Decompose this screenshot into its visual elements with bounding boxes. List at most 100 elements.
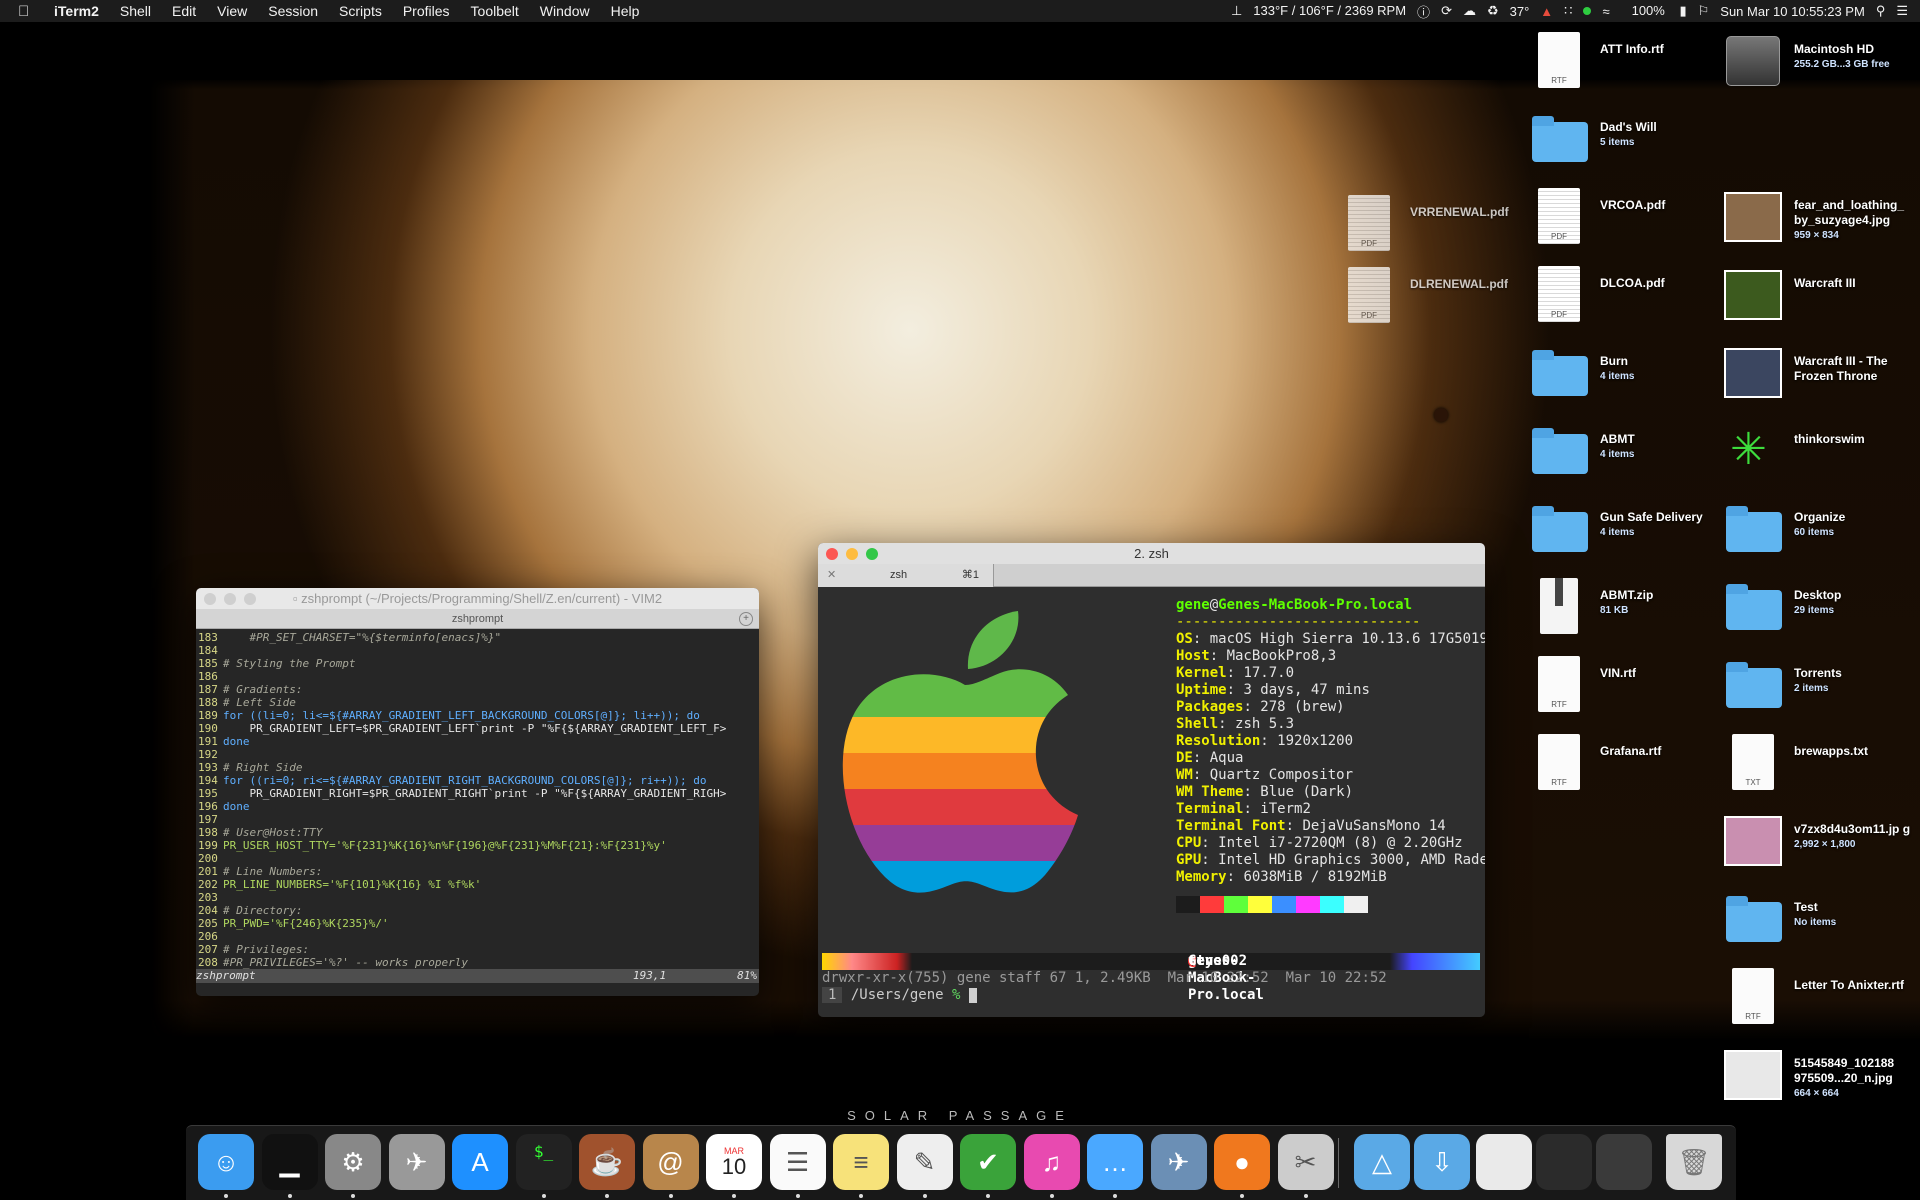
dock-launchpad[interactable]: ✈ [388, 1134, 445, 1190]
dock-contacts[interactable]: @ [642, 1134, 699, 1190]
desktop-icon-att[interactable]: ATT Info.rtf [1528, 30, 1718, 90]
line-text: PR_GRADIENT_RIGHT=$PR_GRADIENT_RIGHT`pri… [223, 787, 727, 800]
dock-vim[interactable]: ✔ [960, 1134, 1016, 1190]
desktop-icon-organize[interactable]: Organize 60 items [1722, 498, 1912, 558]
dock-downloads-folder[interactable]: ⇩ [1414, 1134, 1470, 1190]
vim-window[interactable]: ▫ zshprompt (~/Projects/Programming/Shel… [196, 588, 759, 996]
menu-scripts[interactable]: Scripts [339, 3, 382, 19]
weather-status[interactable]: 37° [1510, 4, 1530, 19]
desktop-icon-vrcoa[interactable]: VRCOA.pdf [1528, 186, 1718, 246]
tab-zsh[interactable]: ✕ zsh ⌘1 [818, 564, 994, 587]
dock-minimized-window-1[interactable] [1476, 1134, 1532, 1190]
dock-reminders[interactable]: ☰ [769, 1134, 826, 1190]
desktop-icon-abmtzip[interactable]: ABMT.zip 81 KB [1528, 576, 1718, 636]
desktop-icon-img5154[interactable]: 51545849_102188 975509...20_n.jpg 664 × 6… [1722, 1044, 1912, 1104]
flag-icon[interactable]: ⚐ [1698, 3, 1710, 19]
line-text: # Directory: [223, 904, 303, 917]
image-thumbnail-icon [1722, 264, 1782, 324]
terminal-output[interactable]: gene@Genes-MacBook-Pro.local -----------… [818, 587, 1485, 1017]
dock-applications-folder[interactable]: △ [1354, 1134, 1410, 1190]
desktop-icon-desktop[interactable]: Desktop 29 items [1722, 576, 1912, 636]
menu-edit[interactable]: Edit [172, 3, 196, 19]
iterm-title-bar[interactable]: 2. zsh [818, 543, 1485, 564]
desktop-icon-dlrenewal[interactable]: DLRENEWAL.pdf [1338, 265, 1528, 325]
menu-view[interactable]: View [217, 3, 247, 19]
desktop-icon-dadswill[interactable]: Dad's Will 5 items [1528, 108, 1718, 168]
new-tab-icon[interactable]: + [739, 612, 753, 626]
zoom-button[interactable] [866, 548, 878, 560]
dock-minimized-window-3[interactable] [1596, 1134, 1652, 1190]
minimize-button[interactable] [846, 548, 858, 560]
desktop-icon-v7zx[interactable]: v7zx8d4u3om11.jp g 2,992 × 1,800 [1722, 810, 1912, 870]
grid-icon[interactable]: ∷ [1564, 3, 1572, 19]
desktop-icon-fear[interactable]: fear_and_loathing_ by_suzyage4.jpg 959 × … [1722, 186, 1912, 246]
desktop-icon-brewapps[interactable]: brewapps.txt [1722, 732, 1912, 792]
zoom-button[interactable] [244, 593, 256, 605]
dock-app-store[interactable]: A [452, 1134, 508, 1190]
terminal-icon: $_ [533, 1142, 554, 1161]
vim-title-bar[interactable]: ▫ zshprompt (~/Projects/Programming/Shel… [196, 588, 759, 609]
dock-screenshot[interactable]: ✂ [1277, 1134, 1334, 1190]
close-tab-icon[interactable]: ✕ [827, 564, 836, 587]
fan-temp-status[interactable]: ⊥ 133°F / 106°F / 2369 RPM [1220, 3, 1406, 19]
cloud-icon[interactable]: ☁ [1463, 3, 1476, 19]
close-button[interactable] [204, 593, 216, 605]
clock[interactable]: Sun Mar 10 10:55:23 PM [1720, 4, 1865, 19]
dock-mail-bird[interactable]: ✈ [1150, 1134, 1207, 1190]
desktop-icon-vrrenewal[interactable]: VRRENEWAL.pdf [1338, 193, 1528, 253]
wifi-icon[interactable]: ≈ [1602, 4, 1609, 19]
menu-toolbelt[interactable]: Toolbelt [471, 3, 519, 19]
cake-icon: ☕ [590, 1146, 624, 1177]
dock-finder[interactable]: ☺ [198, 1134, 254, 1190]
close-button[interactable] [826, 548, 838, 560]
dock-trash[interactable]: 🗑 [1666, 1134, 1722, 1190]
vim-tab[interactable]: zshprompt [452, 613, 503, 625]
desktop-icon-burn[interactable]: Burn 4 items [1528, 342, 1718, 402]
desktop-icon-torrents[interactable]: Torrents 2 items [1722, 654, 1912, 714]
desktop-icon-wc3[interactable]: Warcraft III [1722, 264, 1912, 324]
desktop-icon-grafana[interactable]: Grafana.rtf [1528, 732, 1718, 792]
desktop-icon-machd[interactable]: Macintosh HD 255.2 GB...3 GB free [1722, 30, 1912, 90]
desktop-icon-vin[interactable]: VIN.rtf [1528, 654, 1718, 714]
dock-messages[interactable]: … [1087, 1134, 1143, 1190]
dock-minimized-window-2[interactable] [1536, 1134, 1592, 1190]
menu-app-name[interactable]: iTerm2 [54, 3, 99, 19]
vim-editor[interactable]: 183 #PR_SET_CHARSET="%{$terminfo[enacs]%… [196, 629, 759, 969]
desktop-icon-tos[interactable]: ✳ thinkorswim [1722, 420, 1912, 480]
code-line: 184 [196, 644, 759, 657]
info-icon[interactable]: ⓘ [1417, 2, 1430, 21]
battery-status[interactable]: 100% ▮ [1621, 3, 1687, 19]
dock-itunes[interactable]: ♫ [1023, 1134, 1080, 1190]
iterm-window[interactable]: 2. zsh ✕ zsh ⌘1 gene@Genes-MacBook-Pro.l… [818, 543, 1485, 1017]
apple-logo-icon[interactable]:  [18, 3, 38, 20]
prompt-line[interactable]: 1 /Users/gene % [822, 987, 977, 1004]
spotlight-search-icon[interactable]: ⚲ [1876, 3, 1886, 19]
sync-icon[interactable]: ⟳ [1441, 3, 1452, 19]
desktop-icon-dlcoa[interactable]: DLCOA.pdf [1528, 264, 1718, 324]
dock-cake[interactable]: ☕ [579, 1134, 635, 1190]
menu-window[interactable]: Window [540, 3, 590, 19]
menu-help[interactable]: Help [611, 3, 640, 19]
crab-icon[interactable]: ♻ [1487, 3, 1499, 19]
desktop-icon-gunsafe[interactable]: Gun Safe Delivery 4 items [1528, 498, 1718, 558]
dock-calendar[interactable]: MAR 10 [706, 1134, 762, 1190]
status-dot-icon[interactable] [1583, 7, 1592, 15]
dock-terminal[interactable]: $_ [515, 1134, 572, 1190]
notification-center-icon[interactable]: ☰ [1896, 3, 1908, 19]
dock-system-preferences[interactable]: ⚙ [325, 1134, 381, 1190]
desktop-icon-test[interactable]: Test No items [1722, 888, 1912, 948]
desktop-icon-letter[interactable]: Letter To Anixter.rtf [1722, 966, 1912, 1026]
menu-shell[interactable]: Shell [120, 3, 151, 19]
minimize-button[interactable] [224, 593, 236, 605]
dock-firefox[interactable]: ● [1214, 1134, 1270, 1190]
warning-icon[interactable]: ▲ [1540, 4, 1553, 19]
dock-activity-monitor[interactable]: ▁ [261, 1134, 318, 1190]
dock-notes[interactable]: ≡ [833, 1134, 889, 1190]
dock-textedit[interactable]: ✎ [896, 1134, 953, 1190]
menu-profiles[interactable]: Profiles [403, 3, 450, 19]
menu-session[interactable]: Session [268, 3, 318, 19]
desktop-icon-abmt[interactable]: ABMT 4 items [1528, 420, 1718, 480]
vim-window-title: zshprompt (~/Projects/Programming/Shell/… [301, 591, 663, 606]
desktop-icon-wc3tft[interactable]: Warcraft III - The Frozen Throne [1722, 342, 1912, 402]
line-number: 206 [198, 930, 218, 943]
